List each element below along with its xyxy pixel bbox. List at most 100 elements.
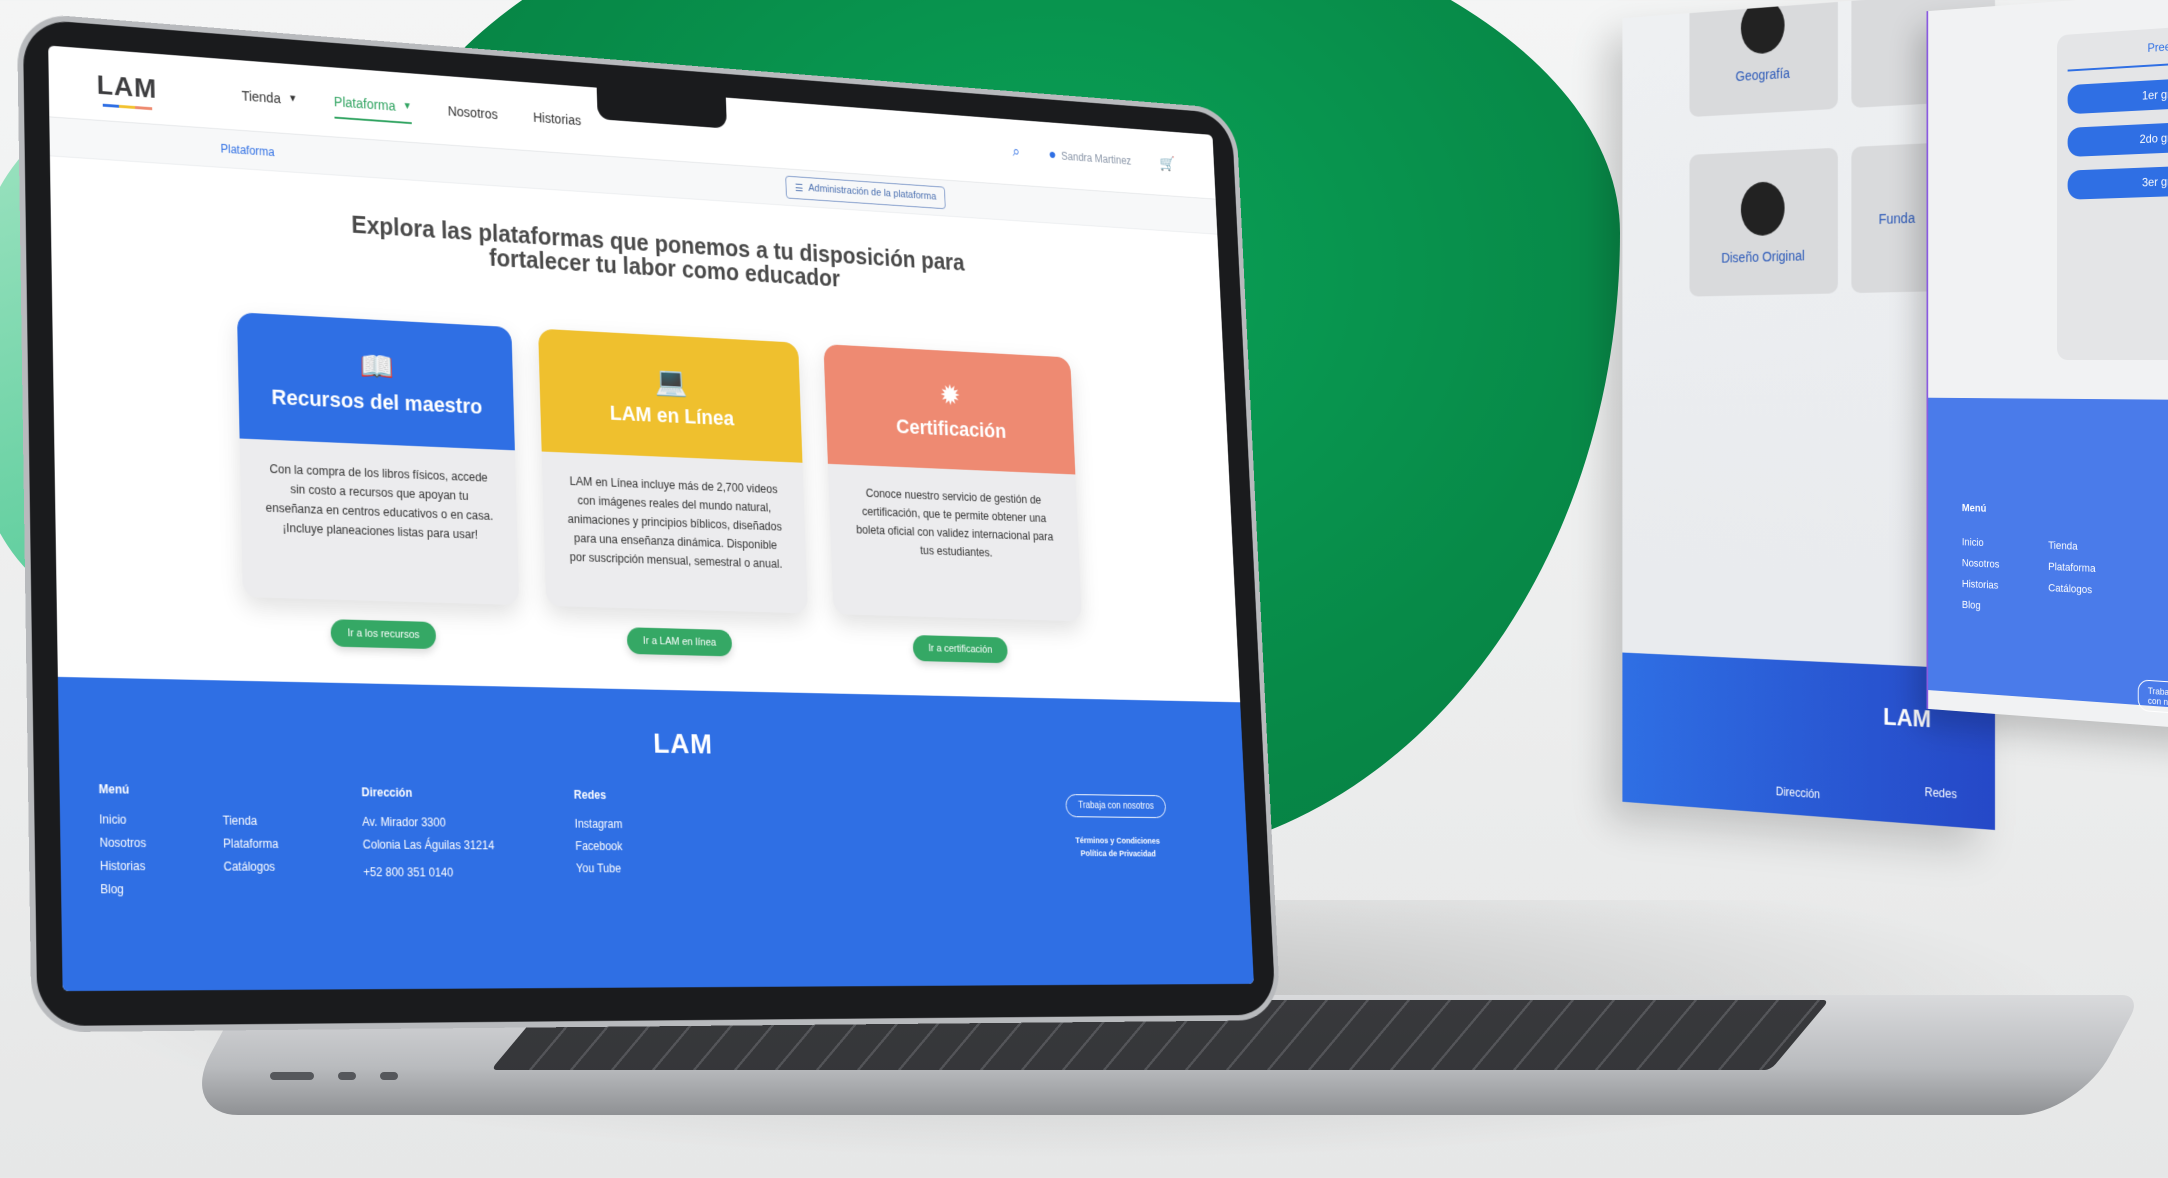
footer-link[interactable]: Historias — [1962, 578, 2048, 594]
footer-logo[interactable]: LAM — [98, 718, 1212, 769]
breadcrumb[interactable]: Plataforma — [220, 141, 274, 158]
footer-link-plataforma[interactable]: Plataforma — [223, 837, 278, 851]
book-icon: 📖 — [359, 350, 395, 384]
footer-link[interactable]: Blog — [1962, 599, 2048, 615]
footer-address-title: Dirección — [361, 785, 413, 800]
footer-link-historias[interactable]: Historias — [100, 859, 147, 873]
usb-port — [270, 1072, 314, 1080]
site-logo[interactable]: LAM — [96, 69, 157, 104]
address-line: Av. Mirador 3300 — [362, 814, 446, 830]
nav-item-plataforma[interactable]: Plataforma ▼ — [333, 85, 413, 124]
nav-item-historias[interactable]: Historias — [533, 102, 582, 135]
admin-label: Administración de la plataforma — [808, 182, 937, 203]
mockup-panel-grades: Preescolar 1er grado 2do grado 3er grado… — [1926, 0, 2168, 730]
card-certificacion: ✹ Certificación Conoce nuestro servicio … — [823, 343, 1083, 665]
grade-button[interactable]: 3er grado — [2067, 165, 2168, 200]
nav-label: Plataforma — [333, 93, 396, 114]
footer-link[interactable]: Inicio — [1962, 537, 2048, 552]
address-line: Colonia Las Águilas 31214 — [362, 837, 495, 853]
footer-menu: Menú Inicio Nosotros Historias Blog Tien… — [99, 782, 280, 906]
user-name: Sandra Martinez — [1060, 149, 1132, 167]
social-link-youtube[interactable]: You Tube — [576, 861, 624, 875]
social-link-facebook[interactable]: Facebook — [575, 839, 623, 853]
laptop-screen: LAM Tienda ▼ Plataforma ▼ Nosotros Histo… — [48, 45, 1254, 992]
nav-label: Historias — [532, 109, 582, 128]
usb-port — [338, 1072, 356, 1080]
card-description: Con la compra de los libros físicos, acc… — [265, 461, 494, 542]
search-icon[interactable]: ⌕ — [1012, 144, 1020, 161]
cart-icon[interactable]: 🛒 — [1159, 154, 1175, 173]
card-header: ✹ Certificación — [823, 343, 1076, 475]
work-with-us-button[interactable]: Trabaja con nosotros — [1065, 794, 1167, 819]
badge-icon: ✹ — [939, 380, 962, 412]
usb-port — [380, 1072, 398, 1080]
card-header: 📖 Recursos del maestro — [236, 311, 515, 450]
footer-link-tienda[interactable]: Tienda — [223, 814, 278, 828]
subject-label: Diseño Original — [1721, 247, 1805, 266]
platform-card: 📖 Recursos del maestro Con la compra de … — [236, 311, 520, 605]
caret-down-icon: ▼ — [288, 93, 298, 105]
grade-button[interactable]: 2do grado — [2067, 121, 2168, 158]
footer-link[interactable]: Catálogos — [2048, 582, 2138, 598]
page-title: Explora las plataformas que ponemos a tu… — [351, 211, 966, 293]
subject-card-geografia[interactable]: Geografía — [1689, 0, 1838, 118]
grade-button[interactable]: 1er grado — [2067, 77, 2168, 115]
footer-menu-title: Menú — [1961, 502, 1987, 515]
footer-menu-title: Menú — [98, 782, 130, 797]
footer-link[interactable]: Tienda — [2048, 540, 2138, 555]
grade-list: Preescolar 1er grado 2do grado 3er grado — [2057, 24, 2168, 360]
cta-recursos-button[interactable]: Ir a los recursos — [330, 618, 437, 649]
design-icon — [1740, 181, 1785, 237]
footer-link-nosotros[interactable]: Nosotros — [99, 836, 146, 850]
subject-label: Funda — [1878, 209, 1916, 227]
terms-link[interactable]: Términos y Condiciones — [1067, 836, 1167, 846]
laptop-icon: 💻 — [654, 365, 688, 399]
card-description: LAM en Línea incluye más de 2,700 videos… — [567, 473, 783, 571]
card-title: Certificación — [895, 414, 1007, 443]
privacy-link[interactable]: Política de Privacidad — [1068, 849, 1168, 859]
platform-card: 💻 LAM en Línea LAM en Línea incluye más … — [538, 328, 808, 614]
nav-label: Nosotros — [447, 102, 498, 122]
footer-link-catalogos[interactable]: Catálogos — [223, 860, 278, 874]
nav-item-nosotros[interactable]: Nosotros — [447, 95, 498, 129]
subject-label: Geografía — [1735, 65, 1790, 85]
header-actions: ⌕ ● Sandra Martinez 🛒 — [1012, 143, 1175, 173]
subject-card-diseno-original[interactable]: Diseño Original — [1689, 147, 1838, 297]
social-link-instagram[interactable]: Instagram — [575, 817, 623, 831]
phone-number[interactable]: +52 800 351 0140 — [363, 865, 495, 879]
admin-platform-button[interactable]: ☰ Administración de la plataforma — [785, 175, 946, 210]
nav-item-tienda[interactable]: Tienda ▼ — [241, 80, 297, 115]
user-icon: ● — [1048, 146, 1057, 163]
legal-links: Términos y Condiciones Política de Priva… — [1067, 836, 1168, 859]
footer-social: Redes Instagram Facebook You Tube — [574, 788, 625, 906]
footer-link-inicio[interactable]: Inicio — [99, 812, 146, 827]
laptop-lid: LAM Tienda ▼ Plataforma ▼ Nosotros Histo… — [22, 18, 1276, 1027]
site-footer: LAM Menú Inicio Nosotros Historias Blog … — [57, 676, 1254, 992]
globe-icon — [1740, 0, 1785, 56]
footer-link-blog[interactable]: Blog — [100, 882, 147, 896]
cta-lam-en-linea-button[interactable]: Ir a LAM en línea — [626, 626, 733, 656]
footer-extra: Trabaja con nosotros Términos y Condicio… — [1065, 794, 1170, 907]
grade-list-title[interactable]: Preescolar — [2067, 37, 2168, 72]
caret-down-icon: ▼ — [402, 100, 412, 112]
footer-logo: LAM — [1883, 703, 1932, 734]
cta-certificacion-button[interactable]: Ir a certificación — [912, 634, 1008, 663]
work-with-us-button[interactable]: Trabaja con no — [2137, 679, 2168, 715]
footer-link[interactable]: Nosotros — [1962, 558, 2048, 573]
menu-icon: ☰ — [794, 182, 804, 195]
footer-social-title: Redes — [573, 787, 607, 802]
user-menu[interactable]: ● Sandra Martinez — [1048, 147, 1131, 169]
footer-label: Redes — [1924, 785, 1957, 802]
card-recursos: 📖 Recursos del maestro Con la compra de … — [236, 311, 521, 651]
card-title: LAM en Línea — [609, 400, 735, 431]
platform-card: ✹ Certificación Conoce nuestro servicio … — [823, 343, 1082, 621]
card-title: Recursos del maestro — [271, 384, 483, 419]
footer-label: Dirección — [1775, 784, 1821, 802]
nav-label: Tienda — [241, 87, 281, 106]
laptop-ports — [270, 1072, 398, 1080]
card-header: 💻 LAM en Línea — [538, 328, 803, 463]
main-nav: Tienda ▼ Plataforma ▼ Nosotros Historias — [241, 79, 581, 136]
footer-address: Dirección Av. Mirador 3300 Colonia Las Á… — [361, 785, 495, 906]
footer-link[interactable]: Plataforma — [2048, 561, 2138, 577]
card-description: Conoce nuestro servicio de gestión de ce… — [856, 486, 1054, 559]
